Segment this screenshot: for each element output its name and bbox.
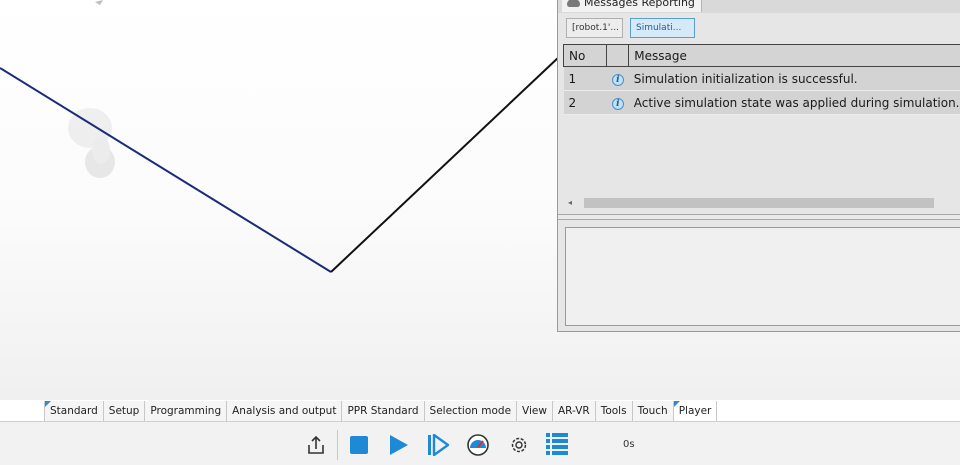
list-icon[interactable] (544, 432, 570, 458)
panel-title-bar: Messages Reporting (558, 0, 960, 13)
tab-setup[interactable]: Setup (103, 401, 146, 422)
tab-standard[interactable]: Standard (44, 401, 104, 422)
tab-view[interactable]: View (517, 401, 553, 422)
tab-ppr-standard[interactable]: PPR Standard (342, 401, 425, 422)
scroll-left-arrow-icon[interactable]: ◂ (568, 198, 572, 208)
player-toolbar: 0s (0, 421, 960, 465)
scrollbar-thumb[interactable] (584, 198, 934, 208)
ribbon-tab-bar: Standard Setup Programming Analysis and … (44, 401, 718, 422)
toolbar-divider (337, 430, 338, 460)
speed-gauge-icon[interactable] (465, 432, 491, 458)
table-row[interactable]: 1 i Simulation initialization is success… (563, 66, 960, 91)
table-row[interactable]: 2 i Active simulation state was applied … (563, 90, 960, 115)
column-header-no[interactable]: No (562, 44, 608, 67)
subtab-simulation[interactable]: Simulati... (630, 18, 695, 38)
tab-programming[interactable]: Programming (145, 401, 228, 422)
tab-ar-vr[interactable]: AR-VR (552, 401, 596, 422)
column-header-icon[interactable] (606, 44, 630, 67)
path-segment-left[interactable] (0, 67, 332, 273)
panel-title: Messages Reporting (584, 0, 695, 9)
tab-player[interactable]: Player (673, 401, 718, 422)
column-header-message[interactable]: Message (628, 44, 960, 67)
tab-selection-mode[interactable]: Selection mode (424, 401, 518, 422)
settings-gear-icon[interactable] (506, 432, 532, 458)
row-icon-cell: i (606, 66, 629, 91)
step-forward-icon[interactable] (425, 432, 451, 458)
export-icon[interactable] (303, 432, 329, 458)
row-message: Simulation initialization is successful. (628, 66, 960, 91)
row-number: 1 (563, 66, 607, 91)
info-icon: i (611, 98, 624, 110)
messages-reporting-panel: Messages Reporting [robot.1'... Simulati… (557, 0, 960, 332)
tab-tools[interactable]: Tools (595, 401, 633, 422)
message-detail-area (565, 227, 960, 326)
stop-icon[interactable] (346, 432, 372, 458)
robot-ghost-shape (68, 108, 115, 178)
panel-splitter[interactable] (558, 214, 960, 220)
simulation-time-readout: 0s (623, 439, 635, 450)
row-message: Active simulation state was applied duri… (628, 90, 960, 115)
subtab-robot[interactable]: [robot.1'... (566, 18, 623, 38)
play-icon[interactable] (385, 432, 411, 458)
tab-analysis-and-output[interactable]: Analysis and output (227, 401, 343, 422)
speech-bubble-icon (567, 0, 580, 7)
horizontal-scrollbar[interactable]: ◂ (563, 196, 960, 210)
robot-tip-shape (95, 0, 103, 5)
panel-title-tab[interactable]: Messages Reporting (562, 0, 702, 12)
info-icon: i (611, 74, 624, 86)
tab-touch[interactable]: Touch (632, 401, 674, 422)
row-number: 2 (563, 90, 607, 115)
messages-table: No Message 1 i Simulation initialization… (562, 44, 960, 115)
row-icon-cell: i (606, 90, 629, 115)
path-segment-right[interactable] (330, 55, 561, 273)
